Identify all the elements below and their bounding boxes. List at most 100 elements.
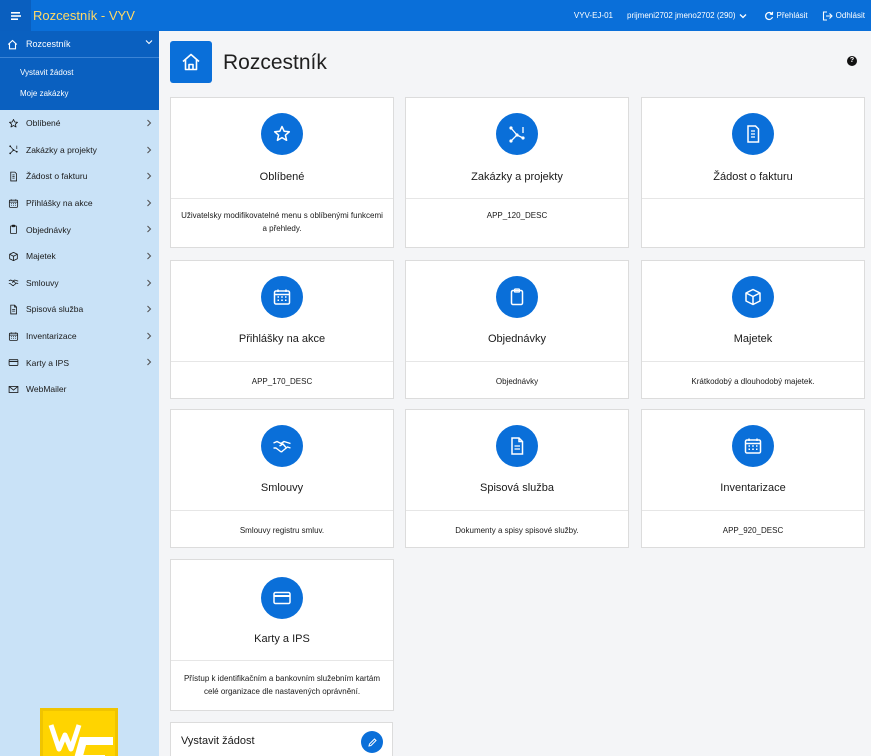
sidebar-item-prihlasky-na-akce[interactable]: Přihlášky na akce [0, 190, 159, 217]
app-card-oblibene[interactable]: Oblíbené Uživatelsky modifikovatelné menu… [170, 97, 394, 248]
home-icon [7, 39, 19, 50]
card-description: Smlouvy registru smluv. [239, 526, 325, 535]
card-description: Dokumenty a spisy spisové služby. [455, 526, 579, 535]
invoice-icon [7, 171, 19, 182]
top-bar: Rozcestník - VYV VYV-EJ-01 prijmeni2702 … [0, 0, 871, 31]
sidebar-item-zakazky-a-projekty[interactable]: Zakázky a projekty [0, 137, 159, 164]
quick-action-card[interactable]: Vystavit žádost [170, 722, 393, 756]
sidebar: Rozcestník Vystavit žádost Moje zakázky … [0, 31, 159, 756]
clipboard-icon [7, 224, 19, 235]
logout-icon [822, 10, 833, 21]
card-title: Objednávky [487, 333, 547, 345]
page-title: Rozcestník [223, 51, 327, 74]
sidebar-subitem-vystavit-zadost[interactable]: Vystavit žádost [0, 62, 159, 83]
switch-user-label: Přehlásit [776, 11, 808, 20]
app-card-spisova-sluzba[interactable]: Spisová služba Dokumenty a spisy spisové … [405, 409, 629, 548]
app-card-inventarizace[interactable]: Inventarizace APP_920_DESC [641, 409, 865, 548]
wf-logo [40, 708, 118, 756]
sidebar-item-inventarizace[interactable]: Inventarizace [0, 323, 159, 350]
app-card-zadost-o-fakturu[interactable]: Žádost o fakturu [641, 97, 865, 248]
app-card-majetek[interactable]: Majetek Krátkodobý a dlouhodobý majetek. [641, 260, 865, 399]
sidebar-item-majetek[interactable]: Majetek [0, 243, 159, 270]
card-description: Krátkodobý a dlouhodobý majetek. [691, 377, 815, 386]
app-card-zakazky-a-projekty[interactable]: Zakázky a projekty APP_120_DESC [405, 97, 629, 248]
document-icon [496, 425, 538, 467]
app-card-objednavky[interactable]: Objednávky Objednávky [405, 260, 629, 399]
handshake-icon [261, 425, 303, 467]
calendar-icon [7, 331, 19, 342]
sidebar-item-rozcestnik[interactable]: Rozcestník [0, 31, 159, 57]
chevron-down-icon [145, 40, 153, 45]
chevron-right-icon [147, 358, 152, 366]
app-card-karty-a-ips[interactable]: Karty a IPS Přístup k identifikačním a ba… [170, 559, 394, 711]
sidebar-item-label: Žádost o fakturu [26, 171, 88, 182]
sidebar-nav-list: Oblíbené Zakázky a projekty Žádost o faktu… [0, 110, 159, 403]
sidebar-item-objednavky[interactable]: Objednávky [0, 216, 159, 243]
chevron-right-icon [147, 172, 152, 180]
card-title: Zakázky a projekty [471, 171, 563, 183]
sidebar-item-zadost-o-fakturu[interactable]: Žádost o fakturu [0, 163, 159, 190]
user-name: prijmeni2702 jmeno2702 (290) [627, 11, 736, 20]
chevron-right-icon [147, 252, 152, 260]
hamburger-icon [10, 11, 21, 20]
star-icon [7, 118, 19, 129]
sidebar-item-smlouvy[interactable]: Smlouvy [0, 270, 159, 297]
chevron-right-icon [147, 279, 152, 286]
card-description: APP_120_DESC [486, 211, 548, 220]
help-icon[interactable]: ? [847, 56, 857, 66]
sidebar-item-karty-a-ips[interactable]: Karty a IPS [0, 349, 159, 376]
sidebar-item-oblibene[interactable]: Oblíbené [0, 110, 159, 137]
card-icon [261, 577, 303, 619]
handshake-icon [7, 277, 19, 288]
clipboard-icon [496, 276, 538, 318]
chevron-right-icon [147, 119, 152, 127]
sidebar-item-label: Objednávky [26, 224, 71, 235]
chevron-right-icon [147, 146, 152, 153]
app-title: Rozcestník - VYV [33, 8, 135, 23]
sidebar-item-label: Spisová služba [26, 304, 84, 315]
chevron-right-icon [147, 225, 152, 233]
sidebar-item-label: Přihlášky na akce [26, 198, 93, 209]
card-title: Inventarizace [720, 482, 786, 494]
star-icon [261, 113, 303, 155]
card-title: Žádost o fakturu [713, 171, 793, 183]
sidebar-subitem-moje-zakazky[interactable]: Moje zakázky [0, 83, 159, 104]
page-icon [170, 41, 212, 83]
sidebar-item-label: Oblíbené [26, 118, 61, 129]
card-description: APP_920_DESC [722, 526, 784, 535]
switch-user-button[interactable]: Přehlásit [764, 11, 808, 21]
sidebar-submenu: Vystavit žádost Moje zakázky [0, 57, 159, 110]
mail-icon [7, 384, 19, 395]
invoice-icon [732, 113, 774, 155]
app-card-prihlasky-na-akce[interactable]: Přihlášky na akce APP_170_DESC [170, 260, 394, 399]
nodes-icon [496, 113, 538, 155]
card-title: Přihlášky na akce [238, 333, 326, 345]
calendar-icon [261, 276, 303, 318]
sidebar-item-label: Karty a IPS [26, 357, 69, 368]
card-title: Karty a IPS [254, 633, 310, 645]
page-header: Rozcestník ? [159, 31, 871, 91]
refresh-icon [764, 11, 773, 20]
quick-action-button[interactable] [361, 731, 383, 753]
pencil-icon [367, 737, 377, 747]
sidebar-item-label: Smlouvy [26, 277, 59, 288]
document-icon [7, 304, 19, 315]
logout-button[interactable]: Odhlásit [822, 10, 865, 21]
quick-action-title: Vystavit žádost [181, 735, 255, 747]
sidebar-item-label: Majetek [26, 251, 56, 262]
card-description: Uživatelsky modifikovatelné menu s oblíb… [181, 211, 383, 233]
card-description: Objednávky [495, 377, 539, 386]
sidebar-item-label: Zakázky a projekty [26, 144, 97, 155]
sidebar-item-spisova-sluzba[interactable]: Spisová služba [0, 296, 159, 323]
card-title: Spisová služba [480, 482, 554, 494]
environment-label: VYV-EJ-01 [573, 11, 613, 20]
app-card-smlouvy[interactable]: Smlouvy Smlouvy registru smluv. [170, 409, 394, 548]
menu-toggle-button[interactable] [0, 0, 31, 31]
user-menu-button[interactable]: prijmeni2702 jmeno2702 (290) [627, 11, 750, 20]
sidebar-item-webmailer[interactable]: WebMailer [0, 376, 159, 403]
box-icon [7, 251, 19, 262]
box-icon [732, 276, 774, 318]
main-content: Rozcestník ? Oblíbené Uživatelsky modifik… [159, 31, 871, 756]
card-title: Majetek [733, 333, 773, 345]
chevron-right-icon [147, 332, 152, 340]
